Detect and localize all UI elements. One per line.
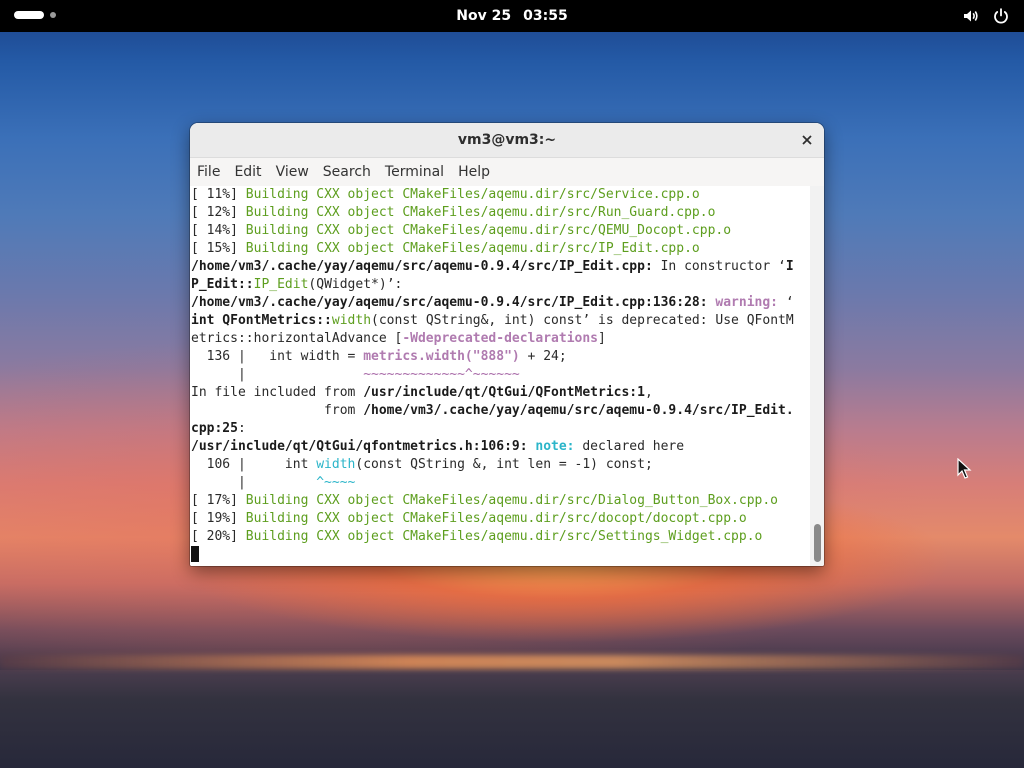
terminal-line: | ~~~~~~~~~~~~~^~~~~~~ bbox=[190, 366, 810, 384]
terminal-line: cpp:25: bbox=[190, 420, 810, 438]
terminal-line: [ 20%] Building CXX object CMakeFiles/aq… bbox=[190, 528, 810, 546]
power-icon[interactable] bbox=[992, 7, 1010, 25]
terminal-line: | ^~~~~ bbox=[190, 474, 810, 492]
terminal-text: ] bbox=[598, 331, 606, 346]
menu-terminal[interactable]: Terminal bbox=[378, 158, 451, 186]
close-icon bbox=[802, 135, 812, 145]
terminal-text: | bbox=[191, 475, 317, 490]
terminal-text: [ 12%] bbox=[191, 205, 246, 220]
terminal-text: cpp:25 bbox=[191, 421, 238, 436]
terminal-text: I bbox=[785, 259, 794, 274]
terminal-text: (QWidget*)’: bbox=[308, 277, 403, 292]
menu-edit[interactable]: Edit bbox=[227, 158, 268, 186]
terminal-cursor bbox=[191, 546, 199, 562]
terminal-line: [ 14%] Building CXX object CMakeFiles/aq… bbox=[190, 222, 810, 240]
mouse-pointer-icon bbox=[957, 458, 972, 479]
terminal-text: /usr/include/qt/QtGui/QFontMetrics:1 bbox=[363, 385, 645, 400]
terminal-text: , bbox=[644, 385, 653, 400]
menu-view[interactable]: View bbox=[269, 158, 316, 186]
terminal-text: ^~~~~ bbox=[316, 475, 356, 490]
terminal-line: [ 15%] Building CXX object CMakeFiles/aq… bbox=[190, 240, 810, 258]
menu-bar: File Edit View Search Terminal Help bbox=[190, 158, 824, 187]
terminal-text: [ 11%] bbox=[191, 187, 246, 202]
terminal-line: In file included from /usr/include/qt/Qt… bbox=[190, 384, 810, 402]
menu-search[interactable]: Search bbox=[316, 158, 378, 186]
terminal-text: [ 19%] bbox=[191, 511, 246, 526]
terminal-text: Building CXX object CMakeFiles/aqemu.dir… bbox=[245, 529, 763, 544]
terminal-line: 136 | int width = metrics.width("888") +… bbox=[190, 348, 810, 366]
terminal-line: [ 19%] Building CXX object CMakeFiles/aq… bbox=[190, 510, 810, 528]
terminal-text: Building CXX object CMakeFiles/aqemu.dir… bbox=[245, 187, 700, 202]
close-button[interactable] bbox=[798, 131, 816, 149]
terminal-text: 136 | int width = bbox=[191, 349, 364, 364]
terminal-line: 106 | int width(const QString &, int len… bbox=[190, 456, 810, 474]
terminal-text: warning: bbox=[715, 295, 779, 310]
clock[interactable]: Nov 25 03:55 bbox=[0, 0, 1024, 32]
menu-file[interactable]: File bbox=[190, 158, 227, 186]
window-titlebar[interactable]: vm3@vm3:~ bbox=[190, 123, 824, 158]
terminal-text: IP_Edit bbox=[253, 277, 309, 292]
terminal-line: [ 11%] Building CXX object CMakeFiles/aq… bbox=[190, 186, 810, 204]
terminal-text: [ 20%] bbox=[191, 529, 246, 544]
terminal-line: /home/vm3/.cache/yay/aqemu/src/aqemu-0.9… bbox=[190, 294, 810, 312]
wallpaper-water bbox=[0, 670, 1024, 768]
terminal-text: 106 | int bbox=[191, 457, 317, 472]
terminal-text: Building CXX object CMakeFiles/aqemu.dir… bbox=[245, 223, 732, 238]
terminal-line: [ 12%] Building CXX object CMakeFiles/aq… bbox=[190, 204, 810, 222]
terminal-line: from /home/vm3/.cache/yay/aqemu/src/aqem… bbox=[190, 402, 810, 420]
terminal-text: Building CXX object CMakeFiles/aqemu.dir… bbox=[245, 241, 700, 256]
terminal-text: Building CXX object CMakeFiles/aqemu.dir… bbox=[245, 493, 779, 508]
system-tray[interactable] bbox=[962, 7, 1010, 25]
terminal-text: (const QString &, int len = -1) const; bbox=[355, 457, 653, 472]
terminal-text: P_Edit:: bbox=[191, 277, 254, 292]
terminal-text: note: bbox=[535, 439, 575, 454]
terminal-text: ~~~~~~~~~~~~~^~~~~~~ bbox=[363, 367, 520, 382]
terminal-text: : bbox=[237, 421, 246, 436]
terminal-text: /home/vm3/.cache/yay/aqemu/src/aqemu-0.9… bbox=[363, 403, 794, 418]
terminal-text: /home/vm3/.cache/yay/aqemu/src/aqemu-0.9… bbox=[191, 295, 708, 310]
terminal-line: /usr/include/qt/QtGui/qfontmetrics.h:106… bbox=[190, 438, 810, 456]
terminal-line: P_Edit::IP_Edit(QWidget*)’: bbox=[190, 276, 810, 294]
terminal-text: width bbox=[331, 313, 372, 328]
clock-time: 03:55 bbox=[523, 8, 568, 24]
terminal-text: + 24; bbox=[519, 349, 567, 364]
terminal-text: [ 14%] bbox=[191, 223, 246, 238]
terminal-scrollbar[interactable] bbox=[810, 186, 824, 566]
terminal-text: etrics::horizontalAdvance [ bbox=[191, 331, 403, 346]
terminal-text: declared here bbox=[574, 439, 685, 454]
volume-icon[interactable] bbox=[962, 7, 980, 25]
terminal-text: (const QString&, int) const’ is deprecat… bbox=[371, 313, 794, 328]
terminal-line: int QFontMetrics::width(const QString&, … bbox=[190, 312, 810, 330]
terminal-text: from bbox=[191, 403, 364, 418]
top-bar: Nov 25 03:55 bbox=[0, 0, 1024, 32]
terminal-line: [ 17%] Building CXX object CMakeFiles/aq… bbox=[190, 492, 810, 510]
terminal-line: etrics::horizontalAdvance [-Wdeprecated-… bbox=[190, 330, 810, 348]
terminal-line: /home/vm3/.cache/yay/aqemu/src/aqemu-0.9… bbox=[190, 258, 810, 276]
clock-date: Nov 25 bbox=[456, 8, 512, 24]
terminal-output[interactable]: [ 11%] Building CXX object CMakeFiles/aq… bbox=[190, 186, 810, 566]
terminal-text: [ 15%] bbox=[191, 241, 246, 256]
terminal-text: int QFontMetrics:: bbox=[191, 313, 332, 328]
terminal-text: /usr/include/qt/QtGui/qfontmetrics.h:106… bbox=[191, 439, 528, 454]
terminal-text: In constructor ‘ bbox=[652, 259, 786, 274]
terminal-text: /home/vm3/.cache/yay/aqemu/src/aqemu-0.9… bbox=[191, 259, 653, 274]
terminal-text: In file included from bbox=[191, 385, 364, 400]
terminal-text: [ 17%] bbox=[191, 493, 246, 508]
scrollbar-thumb[interactable] bbox=[814, 524, 821, 562]
menu-help[interactable]: Help bbox=[451, 158, 497, 186]
terminal-text: -Wdeprecated-declarations bbox=[402, 331, 598, 346]
terminal-text: Building CXX object CMakeFiles/aqemu.dir… bbox=[245, 205, 716, 220]
terminal-window[interactable]: vm3@vm3:~ File Edit View Search Terminal… bbox=[190, 123, 824, 566]
window-title: vm3@vm3:~ bbox=[457, 132, 557, 148]
terminal-text: | bbox=[191, 367, 364, 382]
terminal-text: Building CXX object CMakeFiles/aqemu.dir… bbox=[245, 511, 747, 526]
terminal-text: ‘ bbox=[778, 295, 794, 310]
terminal-prompt-line[interactable] bbox=[190, 546, 810, 564]
terminal-text: metrics.width("888") bbox=[363, 349, 520, 364]
terminal-text: width bbox=[316, 457, 356, 472]
wallpaper-horizon bbox=[0, 655, 1024, 669]
